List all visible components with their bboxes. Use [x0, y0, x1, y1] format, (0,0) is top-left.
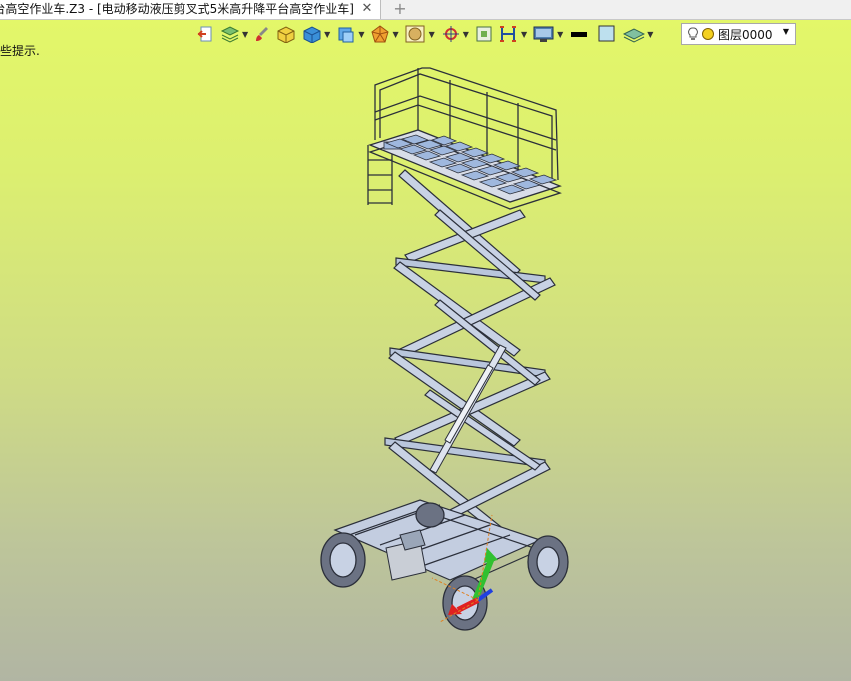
view-cube-icon[interactable]: ▼ [336, 23, 364, 45]
chevron-down-icon[interactable]: ▼ [783, 27, 789, 36]
brush-icon[interactable] [254, 23, 270, 45]
chevron-down-icon[interactable]: ▼ [647, 30, 653, 39]
monitor-icon[interactable]: ▼ [533, 23, 563, 45]
new-tab-icon[interactable]: + [392, 0, 408, 18]
layer-selector[interactable]: 图层0000 ▼ [681, 23, 796, 45]
chevron-down-icon[interactable]: ▼ [392, 30, 398, 39]
view-toolbar: ▼ ▼ ▼ ▼ ▼ ▼ ▼ ▼ ▼ [196, 21, 659, 47]
section-icon[interactable]: ▼ [499, 23, 527, 45]
chevron-down-icon[interactable]: ▼ [521, 30, 527, 39]
exit-icon[interactable] [196, 23, 214, 45]
chevron-down-icon[interactable]: ▼ [463, 30, 469, 39]
chevron-down-icon[interactable]: ▼ [429, 30, 435, 39]
sphere-icon[interactable]: ▼ [405, 23, 435, 45]
layer-3d-icon[interactable]: ▼ [623, 23, 653, 45]
layer-stack-icon[interactable]: ▼ [220, 23, 248, 45]
solid-box-icon[interactable]: ▼ [302, 23, 330, 45]
document-tab[interactable]: 平台高空作业车.Z3 - [电动移动液压剪叉式5米高升降平台高空作业车] ✕ [0, 0, 381, 19]
scissor-lift-model[interactable] [300, 55, 590, 640]
coordinate-origin-icon[interactable]: ▼ [441, 23, 469, 45]
prompt-hint: 些提示. [0, 44, 40, 58]
close-icon[interactable]: ✕ [360, 2, 374, 16]
document-tab-title: 平台高空作业车.Z3 - [电动移动液压剪叉式5米高升降平台高空作业车] [0, 2, 354, 16]
chevron-down-icon[interactable]: ▼ [242, 30, 248, 39]
fill-color-icon[interactable] [597, 23, 617, 45]
document-tab-strip: 平台高空作业车.Z3 - [电动移动液压剪叉式5米高升降平台高空作业车] ✕ + [0, 0, 851, 20]
layer-name: 图层0000 [718, 27, 773, 42]
render-style-icon[interactable]: ▼ [370, 23, 399, 45]
fit-view-icon[interactable] [475, 23, 493, 45]
chevron-down-icon[interactable]: ▼ [557, 30, 563, 39]
chevron-down-icon[interactable]: ▼ [358, 30, 364, 39]
line-color-icon[interactable] [569, 23, 591, 45]
chevron-down-icon[interactable]: ▼ [324, 30, 330, 39]
lightbulb-icon[interactable] [688, 27, 698, 41]
layer-visible-icon[interactable] [701, 27, 715, 41]
shaded-box-icon[interactable] [276, 23, 296, 45]
